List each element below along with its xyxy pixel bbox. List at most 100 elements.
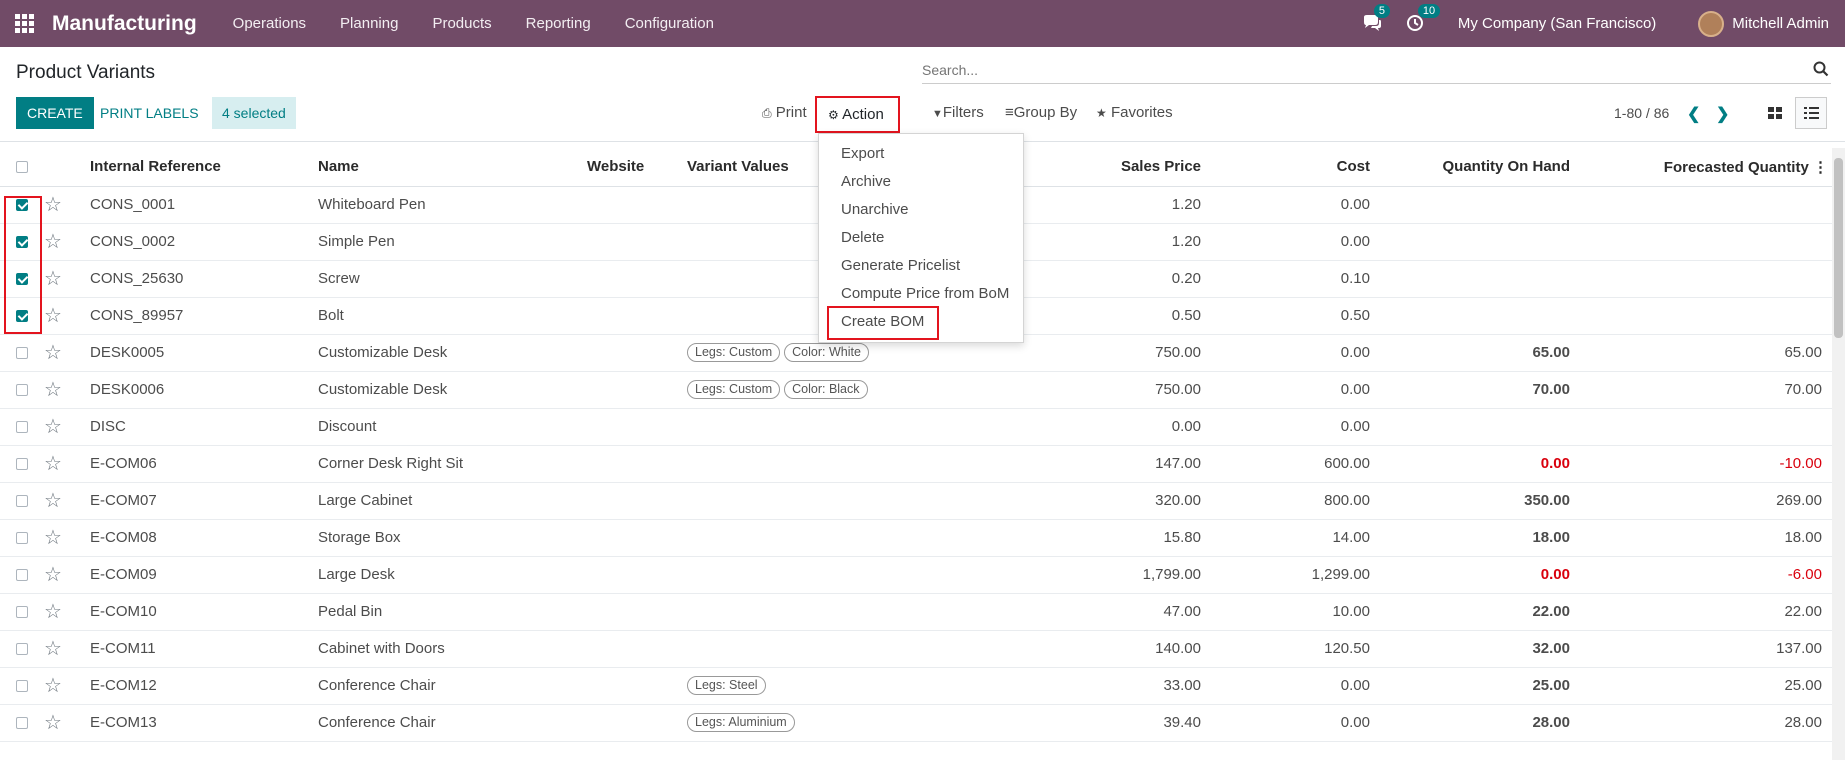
row-checkbox[interactable] xyxy=(16,643,28,656)
cell-website xyxy=(587,482,687,520)
favorite-star-icon[interactable]: ☆ xyxy=(44,305,62,327)
cell-website xyxy=(587,371,687,409)
cell-internal-reference: CONS_0001 xyxy=(90,186,318,224)
col-website[interactable]: Website xyxy=(587,148,687,187)
favorite-star-icon[interactable]: ☆ xyxy=(44,527,62,549)
favorite-star-icon[interactable]: ☆ xyxy=(44,638,62,660)
row-checkbox[interactable] xyxy=(16,606,28,619)
table-row[interactable]: ☆ DESK0006 Customizable Desk Legs: Custom Co… xyxy=(0,371,1832,409)
cell-internal-reference: CONS_89957 xyxy=(90,297,318,335)
action-create-bom[interactable]: Create BOM xyxy=(819,306,1023,340)
variant-value-tag: Legs: Steel xyxy=(687,676,766,695)
table-row[interactable]: ☆ E-COM13 Conference Chair Legs: Aluminium 3… xyxy=(0,704,1832,742)
pager-previous-icon[interactable]: ❮ xyxy=(1687,104,1700,124)
row-checkbox[interactable] xyxy=(16,569,28,582)
cell-name: Large Cabinet xyxy=(318,482,587,520)
action-archive[interactable]: Archive xyxy=(819,168,1023,196)
optional-columns-icon[interactable]: ⋮ xyxy=(1813,159,1828,176)
search-icon[interactable] xyxy=(1813,61,1829,77)
cell-sales-price: 47.00 xyxy=(894,593,1211,631)
vertical-scrollbar[interactable] xyxy=(1832,148,1845,760)
action-unarchive[interactable]: Unarchive xyxy=(819,196,1023,224)
cell-sales-price: 0.00 xyxy=(894,408,1211,446)
col-forecasted-quantity-label: Forecasted Quantity xyxy=(1663,158,1809,176)
company-switcher[interactable]: My Company (San Francisco) xyxy=(1458,15,1656,32)
row-checkbox[interactable] xyxy=(16,717,28,730)
search-input[interactable] xyxy=(922,57,1802,83)
menu-operations[interactable]: Operations xyxy=(233,15,306,32)
favorite-star-icon[interactable]: ☆ xyxy=(44,564,62,586)
filters-button[interactable]: ▼Filters xyxy=(932,97,984,129)
table-row[interactable]: ☆ E-COM07 Large Cabinet 320.00 800.00 350.00 2… xyxy=(0,482,1832,520)
table-row[interactable]: ☆ E-COM11 Cabinet with Doors 140.00 120.50 32… xyxy=(0,630,1832,668)
favorite-star-icon[interactable]: ☆ xyxy=(44,268,62,290)
table-row[interactable]: ☆ E-COM12 Conference Chair Legs: Steel 33.00… xyxy=(0,667,1832,705)
print-button[interactable]: ⎙ Print xyxy=(762,97,807,129)
cell-name: Corner Desk Right Sit xyxy=(318,445,587,483)
table-row[interactable]: ☆ E-COM08 Storage Box 15.80 14.00 18.00 18.00 xyxy=(0,519,1832,557)
cell-forecasted-quantity: -10.00 xyxy=(1580,445,1832,483)
col-quantity-on-hand[interactable]: Quantity On Hand xyxy=(1380,148,1580,187)
apps-menu-icon[interactable] xyxy=(15,13,35,34)
action-delete[interactable]: Delete xyxy=(819,224,1023,252)
menu-reporting[interactable]: Reporting xyxy=(526,15,591,32)
menu-products[interactable]: Products xyxy=(432,15,491,32)
activity-clock-icon[interactable]: 10 xyxy=(1406,3,1441,34)
row-checkbox[interactable] xyxy=(16,680,28,693)
menu-configuration[interactable]: Configuration xyxy=(625,15,714,32)
favorite-star-icon[interactable]: ☆ xyxy=(44,194,62,216)
favorite-star-icon[interactable]: ☆ xyxy=(44,712,62,734)
table-row[interactable]: ☆ DISC Discount 0.00 0.00 xyxy=(0,408,1832,446)
favorite-star-icon[interactable]: ☆ xyxy=(44,231,62,253)
action-compute-price-from-bom[interactable]: Compute Price from BoM xyxy=(819,280,1023,308)
table-row[interactable]: ☆ E-COM10 Pedal Bin 47.00 10.00 22.00 22.00 xyxy=(0,593,1832,631)
favorite-star-icon[interactable]: ☆ xyxy=(44,379,62,401)
row-checkbox[interactable] xyxy=(16,347,28,360)
scrollbar-thumb[interactable] xyxy=(1834,158,1843,338)
row-checkbox[interactable] xyxy=(16,532,28,545)
favorite-star-icon[interactable]: ☆ xyxy=(44,490,62,512)
cell-cost: 120.50 xyxy=(1211,630,1380,668)
print-labels-button[interactable]: PRINT LABELS xyxy=(90,97,209,129)
user-menu[interactable]: Mitchell Admin xyxy=(1732,15,1829,32)
user-avatar[interactable] xyxy=(1698,10,1725,37)
cell-forecasted-quantity: 28.00 xyxy=(1580,704,1832,742)
create-button[interactable]: CREATE xyxy=(16,97,94,129)
row-checkbox[interactable] xyxy=(16,495,28,508)
row-checkbox[interactable] xyxy=(16,421,28,434)
cell-variant-values xyxy=(687,630,894,668)
kanban-view-button[interactable] xyxy=(1759,97,1791,129)
col-name[interactable]: Name xyxy=(318,148,587,187)
col-forecasted-quantity[interactable]: Forecasted Quantity ⋮ xyxy=(1580,148,1832,187)
action-generate-pricelist[interactable]: Generate Pricelist xyxy=(819,252,1023,280)
cell-sales-price: 1,799.00 xyxy=(894,556,1211,594)
col-internal-reference[interactable]: Internal Reference xyxy=(90,148,318,187)
cell-variant-values: Legs: Aluminium xyxy=(687,704,894,742)
app-name[interactable]: Manufacturing xyxy=(52,12,197,36)
messages-icon[interactable]: 5 xyxy=(1362,3,1391,34)
favorites-button[interactable]: ★ Favorites xyxy=(1096,97,1173,129)
table-row[interactable]: ☆ E-COM06 Corner Desk Right Sit 147.00 600.0… xyxy=(0,445,1832,483)
favorite-star-icon[interactable]: ☆ xyxy=(44,675,62,697)
favorite-star-icon[interactable]: ☆ xyxy=(44,342,62,364)
cell-cost: 0.00 xyxy=(1211,371,1380,409)
favorite-star-icon[interactable]: ☆ xyxy=(44,453,62,475)
action-export[interactable]: Export xyxy=(819,140,1023,168)
select-all-checkbox[interactable] xyxy=(16,161,28,174)
pager-next-icon[interactable]: ❯ xyxy=(1716,104,1729,124)
row-checkbox[interactable] xyxy=(16,384,28,397)
cell-website xyxy=(587,186,687,224)
action-button[interactable]: ⚙ Action xyxy=(815,96,900,133)
action-label: Action xyxy=(842,106,884,123)
group-by-button[interactable]: ≡Group By xyxy=(1005,97,1077,129)
menu-planning[interactable]: Planning xyxy=(340,15,398,32)
list-view-button[interactable] xyxy=(1795,97,1827,129)
table-row[interactable]: ☆ E-COM09 Large Desk 1,799.00 1,299.00 0.00 -6… xyxy=(0,556,1832,594)
col-cost[interactable]: Cost xyxy=(1211,148,1380,187)
row-checkbox[interactable] xyxy=(16,458,28,471)
cell-quantity-on-hand: 65.00 xyxy=(1380,334,1580,372)
favorite-star-icon[interactable]: ☆ xyxy=(44,601,62,623)
cell-quantity-on-hand: 350.00 xyxy=(1380,482,1580,520)
favorite-star-icon[interactable]: ☆ xyxy=(44,416,62,438)
pager-value[interactable]: 1-80 / 86 xyxy=(1614,97,1669,129)
